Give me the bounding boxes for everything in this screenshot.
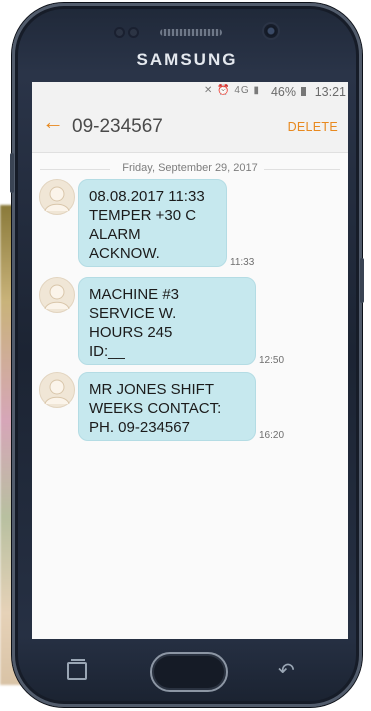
message-line: TEMPER +30 C bbox=[89, 207, 197, 224]
message-line: SERVICE W. bbox=[89, 305, 177, 322]
battery-icon bbox=[301, 87, 306, 96]
message-line: PH. 09-234567 bbox=[89, 419, 190, 436]
earpiece-speaker bbox=[160, 29, 222, 36]
contact-avatar-icon bbox=[39, 372, 75, 408]
battery-percent: 46% bbox=[270, 85, 296, 99]
message-bubble[interactable]: MACHINE #3 SERVICE W. HOURS 245 ID:__ bbox=[78, 277, 256, 365]
front-camera bbox=[264, 24, 278, 38]
sensor-dot bbox=[130, 29, 137, 36]
message-bubble[interactable]: MR JONES SHIFT WEEKS CONTACT: PH. 09-234… bbox=[78, 372, 256, 441]
message-line: WEEKS CONTACT: bbox=[89, 400, 222, 417]
screen: ✕ ⏰ 4G ▮ 46% 13:21 ← 09-234567 DELETE Fr… bbox=[32, 82, 348, 639]
sensor-dot bbox=[116, 29, 123, 36]
home-button[interactable] bbox=[150, 652, 228, 692]
recent-apps-icon[interactable] bbox=[67, 659, 87, 680]
power-button bbox=[360, 258, 364, 303]
conversation-title: 09-234567 bbox=[72, 116, 163, 137]
message-bubble[interactable]: 08.08.2017 11:33 TEMPER +30 C ALARM ACKN… bbox=[78, 179, 227, 267]
brand-logo: SAMSUNG bbox=[136, 50, 238, 69]
back-arrow-icon[interactable]: ← bbox=[42, 111, 64, 133]
message-line: 08.08.2017 11:33 bbox=[89, 188, 205, 205]
date-label: Friday, September 29, 2017 bbox=[122, 162, 258, 174]
contact-avatar-icon bbox=[39, 179, 75, 215]
hardware-nav-bar: ↶ bbox=[32, 648, 348, 694]
divider-line bbox=[264, 169, 340, 170]
date-divider: Friday, September 29, 2017 bbox=[32, 159, 348, 181]
message-time: 16:20 bbox=[259, 430, 285, 441]
back-key-icon[interactable]: ↶ bbox=[278, 658, 295, 683]
volume-button bbox=[10, 153, 14, 193]
message-line: HOURS 245 bbox=[89, 324, 173, 341]
message-time: 12:50 bbox=[259, 355, 285, 366]
contact-avatar-icon bbox=[39, 277, 75, 313]
app-bar: ← 09-234567 DELETE bbox=[32, 102, 348, 153]
status-bar: ✕ ⏰ 4G ▮ 46% 13:21 bbox=[32, 82, 348, 102]
message-line: MR JONES SHIFT bbox=[89, 381, 215, 398]
message-line: MACHINE #3 bbox=[89, 286, 180, 303]
message-time: 11:33 bbox=[230, 257, 255, 268]
message-line: ID:__ bbox=[89, 343, 125, 360]
status-icons: ✕ ⏰ 4G ▮ bbox=[203, 85, 260, 96]
message-line: ACKNOW. bbox=[89, 245, 160, 262]
status-time: 13:21 bbox=[314, 85, 346, 99]
message-line: ALARM bbox=[89, 226, 141, 243]
delete-button[interactable]: DELETE bbox=[288, 120, 338, 134]
